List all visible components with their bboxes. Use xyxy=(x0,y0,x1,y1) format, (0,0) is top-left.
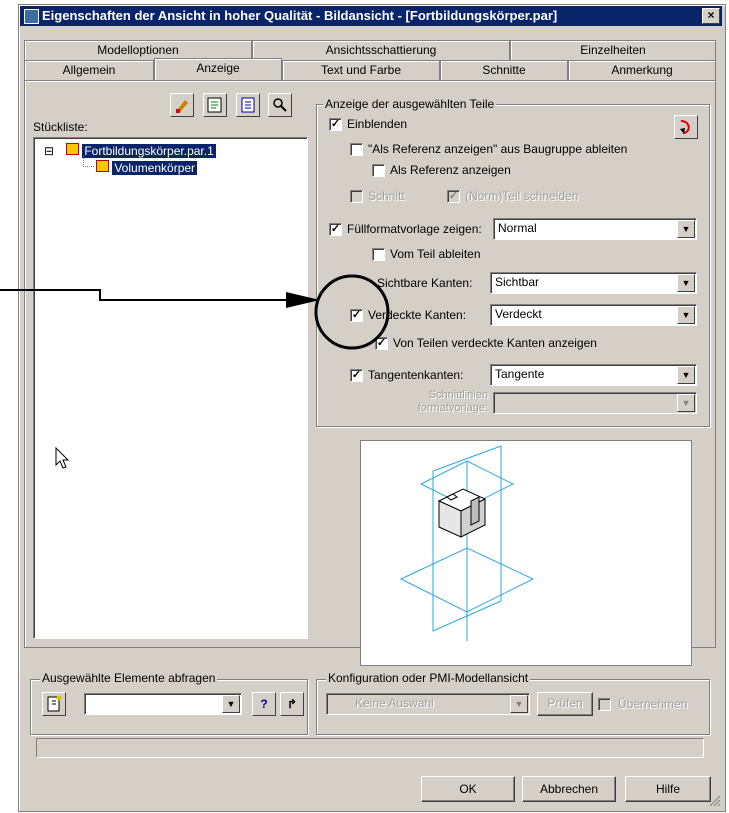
chevron-down-icon[interactable]: ▼ xyxy=(677,306,695,324)
chevron-down-icon[interactable]: ▼ xyxy=(677,394,695,412)
resize-grip-icon[interactable] xyxy=(707,793,721,807)
derive-from-part-label: Vom Teil ableiten xyxy=(390,247,481,261)
ok-button[interactable]: OK xyxy=(421,776,515,802)
chevron-down-icon[interactable]: ▼ xyxy=(677,220,695,238)
fill-style-value: Normal xyxy=(498,221,537,235)
configuration-group-label: Konfiguration oder PMI-Modellansicht xyxy=(326,671,531,685)
tangent-edges-checkbox[interactable]: ✓ xyxy=(350,369,363,382)
title-bar: Eigenschaften der Ansicht in hoher Quali… xyxy=(20,6,722,26)
tab-anmerkung[interactable]: Anmerkung xyxy=(568,60,716,80)
tab-ansichtsschattierung[interactable]: Ansichtsschattierung xyxy=(252,40,510,60)
show-checkbox[interactable]: ✓ xyxy=(329,118,342,131)
find-icon[interactable] xyxy=(268,93,292,117)
derive-from-part-checkbox[interactable] xyxy=(372,248,385,261)
fill-style-checkbox[interactable]: ✓ xyxy=(329,223,342,236)
configuration-select[interactable]: Keine Auswahl ▼ xyxy=(326,693,530,715)
section-label: Schnitt xyxy=(368,189,405,203)
tab-text-und-farbe[interactable]: Text und Farbe xyxy=(282,60,440,80)
properties-icon[interactable] xyxy=(203,93,227,117)
hidden-edges-value: Verdeckt xyxy=(495,307,542,321)
body-icon xyxy=(96,160,109,172)
wizard-icon[interactable] xyxy=(42,692,66,716)
display-settings-group-label: Anzeige der ausgewählten Teile xyxy=(323,97,497,111)
tangent-edges-select[interactable]: Tangente ▼ xyxy=(490,364,697,386)
mouse-cursor-icon xyxy=(55,447,70,469)
query-elements-group-label: Ausgewählte Elemente abfragen xyxy=(40,671,218,685)
derive-reference-checkbox[interactable] xyxy=(350,143,363,156)
list-icon[interactable] xyxy=(236,93,260,117)
section-line-style-label-2: formatvorlage: xyxy=(417,402,488,414)
chevron-down-icon[interactable]: ▼ xyxy=(222,695,240,713)
parts-list-label: Stückliste: xyxy=(33,120,88,134)
hidden-by-parts-label: Von Teilen verdeckte Kanten anzeigen xyxy=(393,336,597,350)
chevron-down-icon[interactable]: ▼ xyxy=(677,274,695,292)
execute-query-icon[interactable]: ↱ xyxy=(280,692,304,716)
fill-style-select[interactable]: Normal ▼ xyxy=(493,218,697,240)
tab-einzelheiten[interactable]: Einzelheiten xyxy=(510,40,716,60)
part-icon xyxy=(66,143,79,155)
hidden-edges-select[interactable]: Verdeckt ▼ xyxy=(490,304,697,326)
model-preview xyxy=(360,440,692,666)
show-label: Einblenden xyxy=(347,117,408,131)
section-checkbox[interactable] xyxy=(350,190,363,203)
tree-collapse-toggle[interactable]: ⊟ xyxy=(44,144,66,158)
preview-model-graphic xyxy=(399,445,535,641)
tree-item-root[interactable]: ⊟ Fortbildungskörper.par.1 xyxy=(44,143,216,158)
apply-checkbox[interactable] xyxy=(598,698,611,711)
tangent-edges-label: Tangentenkanten: xyxy=(368,368,464,382)
check-button[interactable]: Prüfen xyxy=(537,692,593,716)
query-select[interactable]: ▼ xyxy=(84,693,242,715)
cut-standard-part-checkbox[interactable]: ✓ xyxy=(447,190,460,203)
app-icon xyxy=(24,9,39,24)
tree-item-label: Fortbildungskörper.par.1 xyxy=(82,144,216,158)
callout-annotation xyxy=(0,274,390,350)
show-as-reference-checkbox[interactable] xyxy=(372,164,385,177)
apply-to-view-icon[interactable] xyxy=(674,115,698,139)
fill-style-label: Füllformatvorlage zeigen: xyxy=(347,222,482,236)
tree-connector xyxy=(83,156,94,167)
configuration-value: Keine Auswahl xyxy=(355,696,434,710)
window-title: Eigenschaften der Ansicht in hoher Quali… xyxy=(42,8,558,23)
brush-icon[interactable] xyxy=(170,93,194,117)
help-button[interactable]: Hilfe xyxy=(625,776,711,802)
derive-reference-label: "Als Referenz anzeigen" aus Baugruppe ab… xyxy=(368,142,628,156)
cancel-button[interactable]: Abbrechen xyxy=(522,776,616,802)
tangent-edges-value: Tangente xyxy=(495,367,545,381)
tree-item-label: Volumenkörper xyxy=(112,161,198,175)
tab-allgemein[interactable]: Allgemein xyxy=(24,60,154,80)
status-bar xyxy=(36,738,704,758)
section-line-style-select[interactable]: ▼ xyxy=(493,392,697,414)
apply-label: Übernehmen xyxy=(618,697,688,711)
parts-tree[interactable] xyxy=(33,137,308,639)
show-as-reference-label: Als Referenz anzeigen xyxy=(390,163,511,177)
tab-modelloptionen[interactable]: Modelloptionen xyxy=(24,40,252,60)
tab-schnitte[interactable]: Schnitte xyxy=(440,60,568,80)
close-button[interactable]: × xyxy=(702,8,720,24)
tab-anzeige[interactable]: Anzeige xyxy=(154,58,282,80)
visible-edges-value: Sichtbar xyxy=(495,275,540,289)
chevron-down-icon[interactable]: ▼ xyxy=(677,366,695,384)
section-line-style-label-1: Schnittlinien xyxy=(428,389,488,401)
visible-edges-select[interactable]: Sichtbar ▼ xyxy=(490,272,697,294)
cut-standard-part-label: (Norm)Teil schneiden xyxy=(465,189,579,203)
help-icon[interactable]: ? xyxy=(252,692,276,716)
chevron-down-icon[interactable]: ▼ xyxy=(510,695,528,713)
tree-item-child[interactable]: Volumenkörper xyxy=(96,160,198,175)
